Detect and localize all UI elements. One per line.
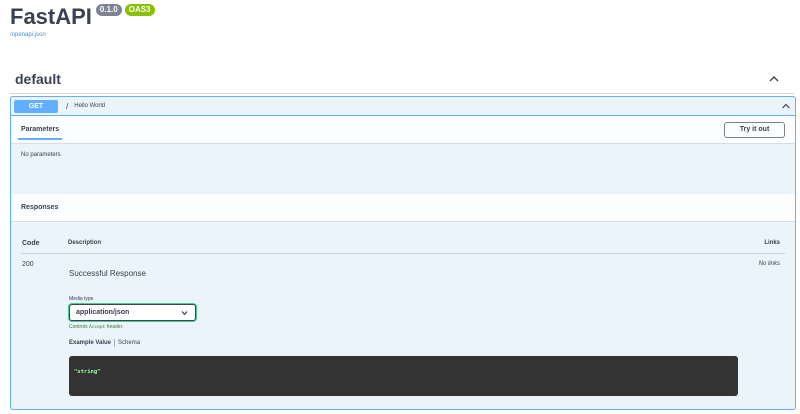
column-description: Description <box>68 240 102 246</box>
response-row: 200 Successful Response No links Media t… <box>21 254 785 404</box>
operation-summary-text: Hello World <box>74 103 106 109</box>
responses-title: Responses <box>21 204 59 211</box>
version-badge: 0.1.0 <box>95 4 122 16</box>
chevron-up-icon[interactable] <box>781 101 791 111</box>
tab-divider <box>114 339 116 347</box>
column-links: Links <box>764 240 780 246</box>
controls-prefix: Controls <box>69 324 88 330</box>
media-type-label: Media type <box>69 296 94 302</box>
response-description: Successful Response <box>69 269 146 278</box>
accept-code: Accept <box>89 325 106 330</box>
api-title: FastAPI <box>10 4 92 29</box>
tag-section-header[interactable]: default <box>10 64 794 94</box>
controls-accept-note: Controls Accept header. <box>69 324 123 330</box>
get-operation-block: GET / Hello World Parameters Try it out … <box>10 96 796 410</box>
oas-badge: OAS3 <box>124 4 155 16</box>
parameters-body: No parameters <box>11 144 795 194</box>
try-it-out-button[interactable]: Try it out <box>724 121 785 138</box>
media-type-value: application/json <box>76 309 130 316</box>
responses-header: Responses <box>11 194 795 222</box>
tag-section-title: default <box>15 70 61 87</box>
parameters-header: Parameters Try it out <box>11 116 795 144</box>
title-row: FastAPI 0.1.0 OAS3 <box>10 0 155 32</box>
media-type-select[interactable]: application/json <box>69 304 196 321</box>
example-code: "string" <box>74 369 101 375</box>
operation-path: / <box>66 101 69 111</box>
no-parameters-text: No parameters <box>21 152 61 158</box>
responses-table: Code Description Links 200 Successful Re… <box>11 222 795 404</box>
response-links: No links <box>758 261 780 267</box>
openapi-json-link[interactable]: /openapi.json <box>10 32 155 38</box>
operation-summary[interactable]: GET / Hello World <box>11 97 795 116</box>
controls-suffix: header. <box>106 324 124 330</box>
example-code-block: "string" <box>69 356 738 396</box>
column-code: Code <box>22 240 40 247</box>
tab-example-value[interactable]: Example Value <box>69 340 111 346</box>
tab-parameters[interactable]: Parameters <box>17 126 63 140</box>
example-tabs: Example Value Schema <box>69 339 140 347</box>
chevron-up-icon[interactable] <box>768 73 780 85</box>
responses-table-header: Code Description Links <box>21 222 785 254</box>
api-info: FastAPI 0.1.0 OAS3 /openapi.json <box>10 0 155 38</box>
chevron-down-icon <box>181 311 188 316</box>
response-code: 200 <box>22 261 34 268</box>
method-badge: GET <box>14 99 58 113</box>
tab-schema[interactable]: Schema <box>118 340 140 346</box>
